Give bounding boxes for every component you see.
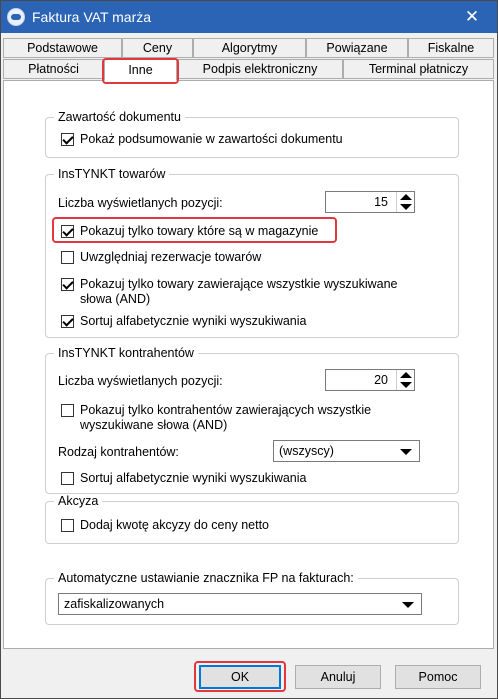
group-document-content: Zawartość dokumentu Pokaż podsumowanie w… (45, 110, 459, 158)
products-all-words-label-line1[interactable]: Pokazuj tylko towary zawierające wszystk… (80, 277, 397, 292)
products-count-label: Liczba wyświetlanych pozycji: (58, 196, 223, 210)
tab-powiazane[interactable]: Powiązane (306, 38, 408, 58)
group-title: InsTYNKT kontrahentów (54, 346, 198, 361)
tab-podstawowe[interactable]: Podstawowe (3, 38, 122, 58)
only-in-stock-checkbox[interactable] (61, 225, 74, 238)
products-sort-alpha-checkbox[interactable] (61, 315, 74, 328)
tab-ceny[interactable]: Ceny (122, 38, 193, 58)
contractors-sort-alpha-checkbox[interactable] (61, 472, 74, 485)
contractors-sort-alpha-label[interactable]: Sortuj alfabetycznie wyniki wyszukiwania (80, 471, 306, 486)
contractor-type-select[interactable]: (wszyscy) (273, 440, 420, 462)
group-instynkt-products: InsTYNKT towarów Liczba wyświetlanych po… (45, 167, 459, 338)
spin-up-icon[interactable] (400, 194, 412, 200)
contractors-all-words-label-line1[interactable]: Pokazuj tylko kontrahentów zawierających… (80, 403, 371, 418)
contractors-all-words-label-line2[interactable]: wyszukiwane słowa (AND) (80, 418, 227, 433)
tab-terminal-platniczy[interactable]: Terminal płatniczy (343, 59, 494, 79)
add-excise-checkbox[interactable] (61, 519, 74, 532)
spinner-arrows[interactable] (396, 370, 414, 390)
show-summary-label[interactable]: Pokaż podsumowanie w zawartości dokument… (80, 132, 343, 147)
close-button[interactable]: ✕ (449, 1, 495, 33)
fp-marker-value: zafiskalizowanych (64, 597, 165, 611)
chevron-down-icon (402, 602, 414, 608)
contractors-all-words-checkbox[interactable] (61, 404, 74, 417)
cancel-button[interactable]: Anuluj (295, 665, 381, 689)
group-title: InsTYNKT towarów (54, 167, 170, 182)
dialog-window: Faktura VAT marża ✕ Podstawowe Ceny Algo… (0, 0, 498, 699)
group-excise: Akcyza Dodaj kwotę akcyzy do ceny netto (45, 494, 459, 544)
ok-button[interactable]: OK (199, 665, 281, 689)
products-sort-alpha-label[interactable]: Sortuj alfabetycznie wyniki wyszukiwania (80, 314, 306, 329)
show-summary-checkbox[interactable] (61, 133, 74, 146)
products-all-words-label-line2[interactable]: słowa (AND) (80, 292, 150, 307)
contractor-type-label: Rodzaj kontrahentów: (58, 445, 179, 459)
spin-down-icon[interactable] (400, 382, 412, 388)
products-all-words-checkbox[interactable] (61, 278, 74, 291)
reservations-checkbox[interactable] (61, 251, 74, 264)
app-logo-icon (7, 8, 25, 26)
tab-podpis-elektroniczny[interactable]: Podpis elektroniczny (177, 59, 343, 79)
help-button[interactable]: Pomoc (395, 665, 481, 689)
contractors-count-spinner[interactable]: 20 (325, 369, 415, 391)
tab-platnosci[interactable]: Płatności (3, 59, 104, 79)
window-title: Faktura VAT marża (32, 9, 152, 25)
products-count-spinner[interactable]: 15 (325, 191, 415, 213)
add-excise-label[interactable]: Dodaj kwotę akcyzy do ceny netto (80, 518, 269, 533)
group-title: Akcyza (54, 494, 103, 509)
spin-down-icon[interactable] (400, 204, 412, 210)
tab-algorytmy[interactable]: Algorytmy (193, 38, 306, 58)
group-fp-marker: Automatyczne ustawianie znacznika FP na … (45, 571, 459, 625)
group-title: Automatyczne ustawianie znacznika FP na … (54, 571, 358, 586)
products-count-value: 15 (374, 195, 388, 209)
contractors-count-value: 20 (374, 373, 388, 387)
spinner-arrows[interactable] (396, 192, 414, 212)
contractor-type-value: (wszyscy) (279, 444, 334, 458)
fp-marker-select[interactable]: zafiskalizowanych (58, 593, 422, 615)
only-in-stock-label[interactable]: Pokazuj tylko towary które są w magazyni… (80, 224, 318, 239)
spin-up-icon[interactable] (400, 372, 412, 378)
contractors-count-label: Liczba wyświetlanych pozycji: (58, 374, 223, 388)
tab-inne[interactable]: Inne (104, 59, 177, 81)
tab-panel-inne: Zawartość dokumentu Pokaż podsumowanie w… (3, 80, 494, 649)
chevron-down-icon (400, 449, 412, 455)
title-bar[interactable]: Faktura VAT marża ✕ (1, 1, 497, 33)
group-title: Zawartość dokumentu (54, 110, 185, 125)
tab-fiskalne[interactable]: Fiskalne (408, 38, 494, 58)
reservations-label[interactable]: Uwzględniaj rezerwacje towarów (80, 250, 261, 265)
group-instynkt-contractors: InsTYNKT kontrahentów Liczba wyświetlany… (45, 346, 459, 494)
